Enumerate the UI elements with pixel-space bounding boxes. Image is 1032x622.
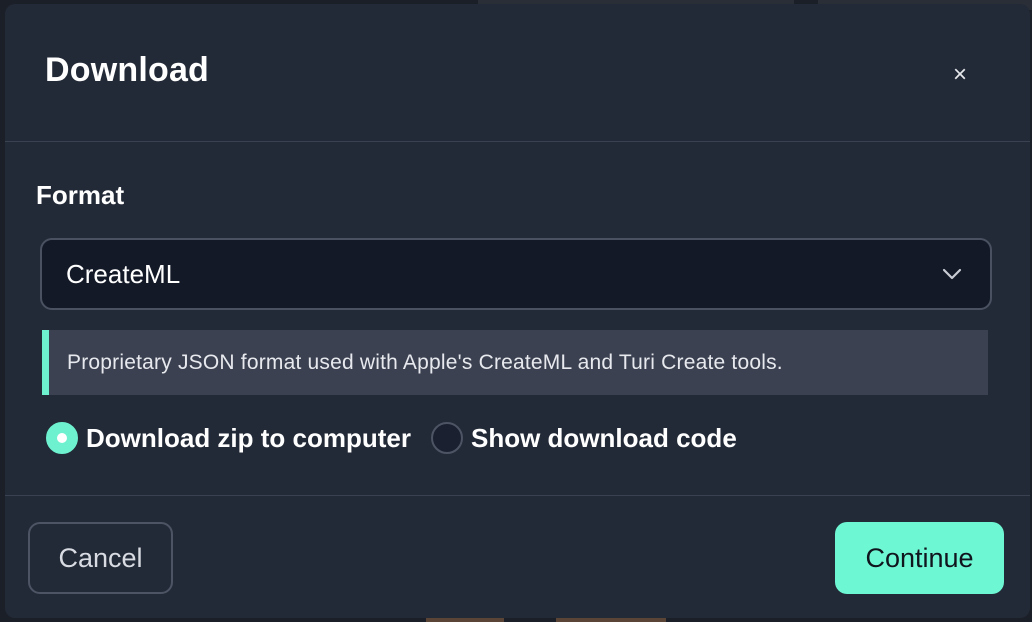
dialog-footer: Cancel Continue bbox=[5, 496, 1030, 617]
close-icon: × bbox=[952, 61, 967, 88]
download-zip-radio[interactable] bbox=[46, 422, 78, 454]
continue-button[interactable]: Continue bbox=[835, 522, 1004, 594]
show-code-option[interactable]: Show download code bbox=[431, 422, 737, 454]
download-method-group: Download zip to computer Show download c… bbox=[46, 418, 757, 458]
format-label: Format bbox=[36, 180, 125, 210]
dialog-title: Download bbox=[45, 51, 210, 89]
dialog-header: Download × bbox=[5, 4, 1030, 142]
show-code-radio[interactable] bbox=[431, 422, 463, 454]
dialog-body: Format CreateML Proprietary JSON format … bbox=[5, 142, 1030, 496]
format-select[interactable]: CreateML bbox=[40, 238, 992, 310]
chevron-down-icon bbox=[942, 268, 962, 280]
format-description: Proprietary JSON format used with Apple'… bbox=[67, 350, 783, 374]
format-select-value: CreateML bbox=[66, 258, 181, 289]
show-code-label: Show download code bbox=[471, 422, 737, 453]
download-zip-option[interactable]: Download zip to computer bbox=[46, 422, 411, 454]
cancel-button[interactable]: Cancel bbox=[28, 522, 173, 594]
format-description-box: Proprietary JSON format used with Apple'… bbox=[42, 330, 988, 395]
download-dialog: Download × Format CreateML Proprietary J… bbox=[5, 4, 1030, 618]
close-button[interactable]: × bbox=[945, 60, 975, 90]
download-zip-label: Download zip to computer bbox=[86, 422, 411, 453]
